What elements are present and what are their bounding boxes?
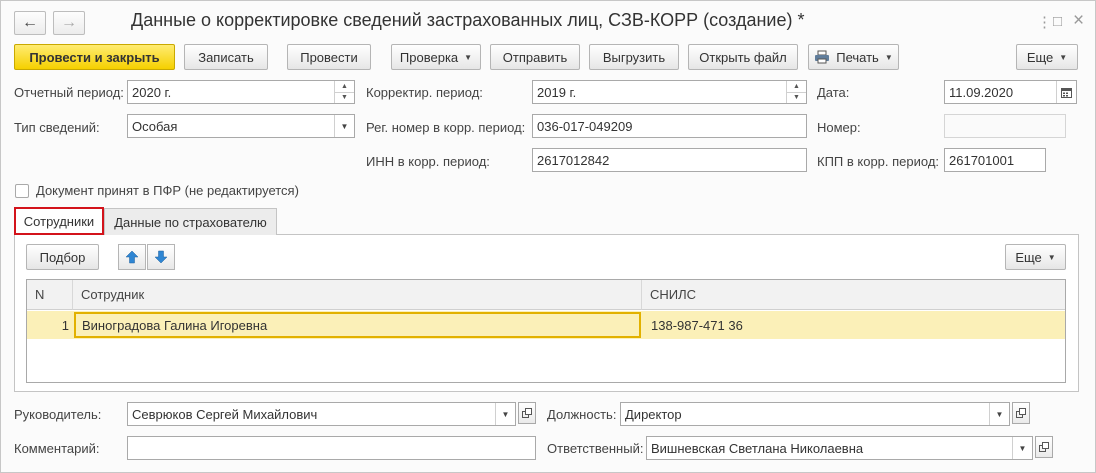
responsible-select[interactable]: Вишневская Светлана Николаевна ▼ bbox=[646, 436, 1033, 460]
head-label: Руководитель: bbox=[14, 407, 102, 422]
table-more-label: Еще bbox=[1015, 249, 1042, 265]
maximize-icon[interactable]: □ bbox=[1053, 13, 1062, 30]
open-form-icon bbox=[522, 408, 532, 418]
kpp-field[interactable]: 261701001 bbox=[944, 148, 1046, 172]
inn-field[interactable]: 2617012842 bbox=[532, 148, 807, 172]
inn-value: 2617012842 bbox=[537, 152, 610, 168]
info-type-label: Тип сведений: bbox=[14, 120, 100, 135]
reg-num-label: Рег. номер в корр. период: bbox=[366, 120, 526, 135]
inn-label: ИНН в корр. период: bbox=[366, 154, 490, 169]
chevron-down-icon: ▼ bbox=[464, 52, 473, 62]
arrow-left-icon: ← bbox=[22, 14, 38, 31]
spin-up-icon[interactable]: ▲ bbox=[787, 81, 806, 93]
more-dropdown-button[interactable]: Еще ▼ bbox=[1016, 44, 1078, 70]
kpp-value: 261701001 bbox=[949, 152, 1015, 168]
accepted-checkbox[interactable] bbox=[15, 184, 29, 198]
spin-down-icon[interactable]: ▼ bbox=[787, 93, 806, 104]
date-field[interactable]: 11.09.2020 bbox=[944, 80, 1077, 104]
open-responsible-button[interactable] bbox=[1035, 436, 1053, 458]
spin-down-icon[interactable]: ▼ bbox=[335, 93, 354, 104]
number-field[interactable] bbox=[944, 114, 1066, 138]
info-type-value: Особая bbox=[132, 118, 178, 134]
corr-period-value: 2019 г. bbox=[537, 84, 577, 100]
position-select[interactable]: Директор ▼ bbox=[620, 402, 1010, 426]
head-select[interactable]: Севрюков Сергей Михайлович ▼ bbox=[127, 402, 516, 426]
column-header-n[interactable]: N bbox=[27, 280, 73, 310]
chevron-down-icon: ▼ bbox=[1047, 252, 1056, 262]
period-value: 2020 г. bbox=[132, 84, 172, 100]
position-label: Должность: bbox=[547, 407, 617, 422]
corr-period-field[interactable]: 2019 г. ▲ ▼ bbox=[532, 80, 807, 104]
comment-field[interactable] bbox=[127, 436, 536, 460]
period-field[interactable]: 2020 г. ▲ ▼ bbox=[127, 80, 355, 104]
post-button[interactable]: Провести bbox=[287, 44, 371, 70]
period-spinner[interactable]: ▲ ▼ bbox=[334, 81, 354, 103]
reg-num-field[interactable]: 036-017-049209 bbox=[532, 114, 807, 138]
calendar-icon[interactable] bbox=[1056, 81, 1076, 103]
chevron-down-icon: ▼ bbox=[1059, 52, 1068, 62]
calendar-glyph-icon bbox=[1061, 87, 1072, 98]
arrow-down-icon bbox=[154, 250, 168, 264]
more-actions-icon[interactable]: ⋮ bbox=[1037, 13, 1052, 31]
move-up-button[interactable] bbox=[118, 244, 146, 270]
open-file-button[interactable]: Открыть файл bbox=[688, 44, 798, 70]
reg-num-value: 036-017-049209 bbox=[537, 118, 633, 134]
open-head-button[interactable] bbox=[518, 402, 536, 424]
head-value: Севрюков Сергей Михайлович bbox=[132, 406, 318, 422]
chevron-down-icon[interactable]: ▼ bbox=[495, 403, 515, 425]
period-label: Отчетный период: bbox=[14, 85, 124, 100]
back-button[interactable]: ← bbox=[14, 11, 46, 35]
table-row[interactable]: 1 Виноградова Галина Игоревна 138-987-47… bbox=[27, 311, 1065, 339]
column-header-snils[interactable]: СНИЛС bbox=[642, 280, 1065, 310]
post-and-close-button[interactable]: Провести и закрыть bbox=[14, 44, 175, 70]
corr-period-spinner[interactable]: ▲ ▼ bbox=[786, 81, 806, 103]
open-form-icon bbox=[1039, 442, 1049, 452]
row-number: 1 bbox=[61, 317, 69, 333]
check-dropdown-button[interactable]: Проверка ▼ bbox=[391, 44, 481, 70]
responsible-label: Ответственный: bbox=[547, 441, 644, 456]
date-value: 11.09.2020 bbox=[949, 84, 1014, 100]
position-value: Директор bbox=[625, 406, 682, 422]
chevron-down-icon: ▼ bbox=[884, 52, 893, 62]
arrow-right-icon: → bbox=[61, 14, 77, 31]
close-icon[interactable]: × bbox=[1073, 10, 1084, 32]
tab-employees[interactable]: Сотрудники bbox=[14, 207, 104, 235]
employees-table: N Сотрудник СНИЛС 1 Виноградова Галина И… bbox=[26, 279, 1066, 383]
number-label: Номер: bbox=[817, 120, 861, 135]
tab-insurer[interactable]: Данные по страхователю bbox=[104, 208, 277, 235]
kpp-label: КПП в корр. период: bbox=[817, 154, 940, 169]
more-label: Еще bbox=[1026, 49, 1054, 65]
info-type-select[interactable]: Особая ▼ bbox=[127, 114, 355, 138]
select-button[interactable]: Подбор bbox=[26, 244, 99, 270]
chevron-down-icon[interactable]: ▼ bbox=[989, 403, 1009, 425]
save-button[interactable]: Записать bbox=[184, 44, 268, 70]
print-label: Печать bbox=[836, 49, 879, 65]
open-form-icon bbox=[1016, 408, 1026, 418]
corr-period-label: Корректир. период: bbox=[366, 85, 483, 100]
table-more-button[interactable]: Еще ▼ bbox=[1005, 244, 1066, 270]
accepted-label: Документ принят в ПФР (не редактируется) bbox=[36, 183, 299, 198]
check-label: Проверка bbox=[399, 49, 459, 65]
printer-icon bbox=[815, 50, 830, 64]
column-header-employee[interactable]: Сотрудник bbox=[73, 280, 642, 310]
document-window: ← → Данные о корректировке сведений заст… bbox=[0, 0, 1096, 473]
responsible-value: Вишневская Светлана Николаевна bbox=[651, 440, 864, 456]
open-position-button[interactable] bbox=[1012, 402, 1030, 424]
arrow-up-icon bbox=[125, 250, 139, 264]
comment-label: Комментарий: bbox=[14, 441, 100, 456]
export-button[interactable]: Выгрузить bbox=[589, 44, 679, 70]
print-dropdown-button[interactable]: Печать ▼ bbox=[808, 44, 899, 70]
send-button[interactable]: Отправить bbox=[490, 44, 580, 70]
forward-button[interactable]: → bbox=[53, 11, 85, 35]
chevron-down-icon[interactable]: ▼ bbox=[334, 115, 354, 137]
move-down-button[interactable] bbox=[147, 244, 175, 270]
spin-up-icon[interactable]: ▲ bbox=[335, 81, 354, 93]
employee-cell[interactable]: Виноградова Галина Игоревна bbox=[74, 312, 641, 338]
snils-cell[interactable]: 138-987-471 36 bbox=[651, 311, 743, 339]
date-label: Дата: bbox=[817, 85, 850, 100]
window-title: Данные о корректировке сведений застрахо… bbox=[131, 10, 805, 30]
chevron-down-icon[interactable]: ▼ bbox=[1012, 437, 1032, 459]
